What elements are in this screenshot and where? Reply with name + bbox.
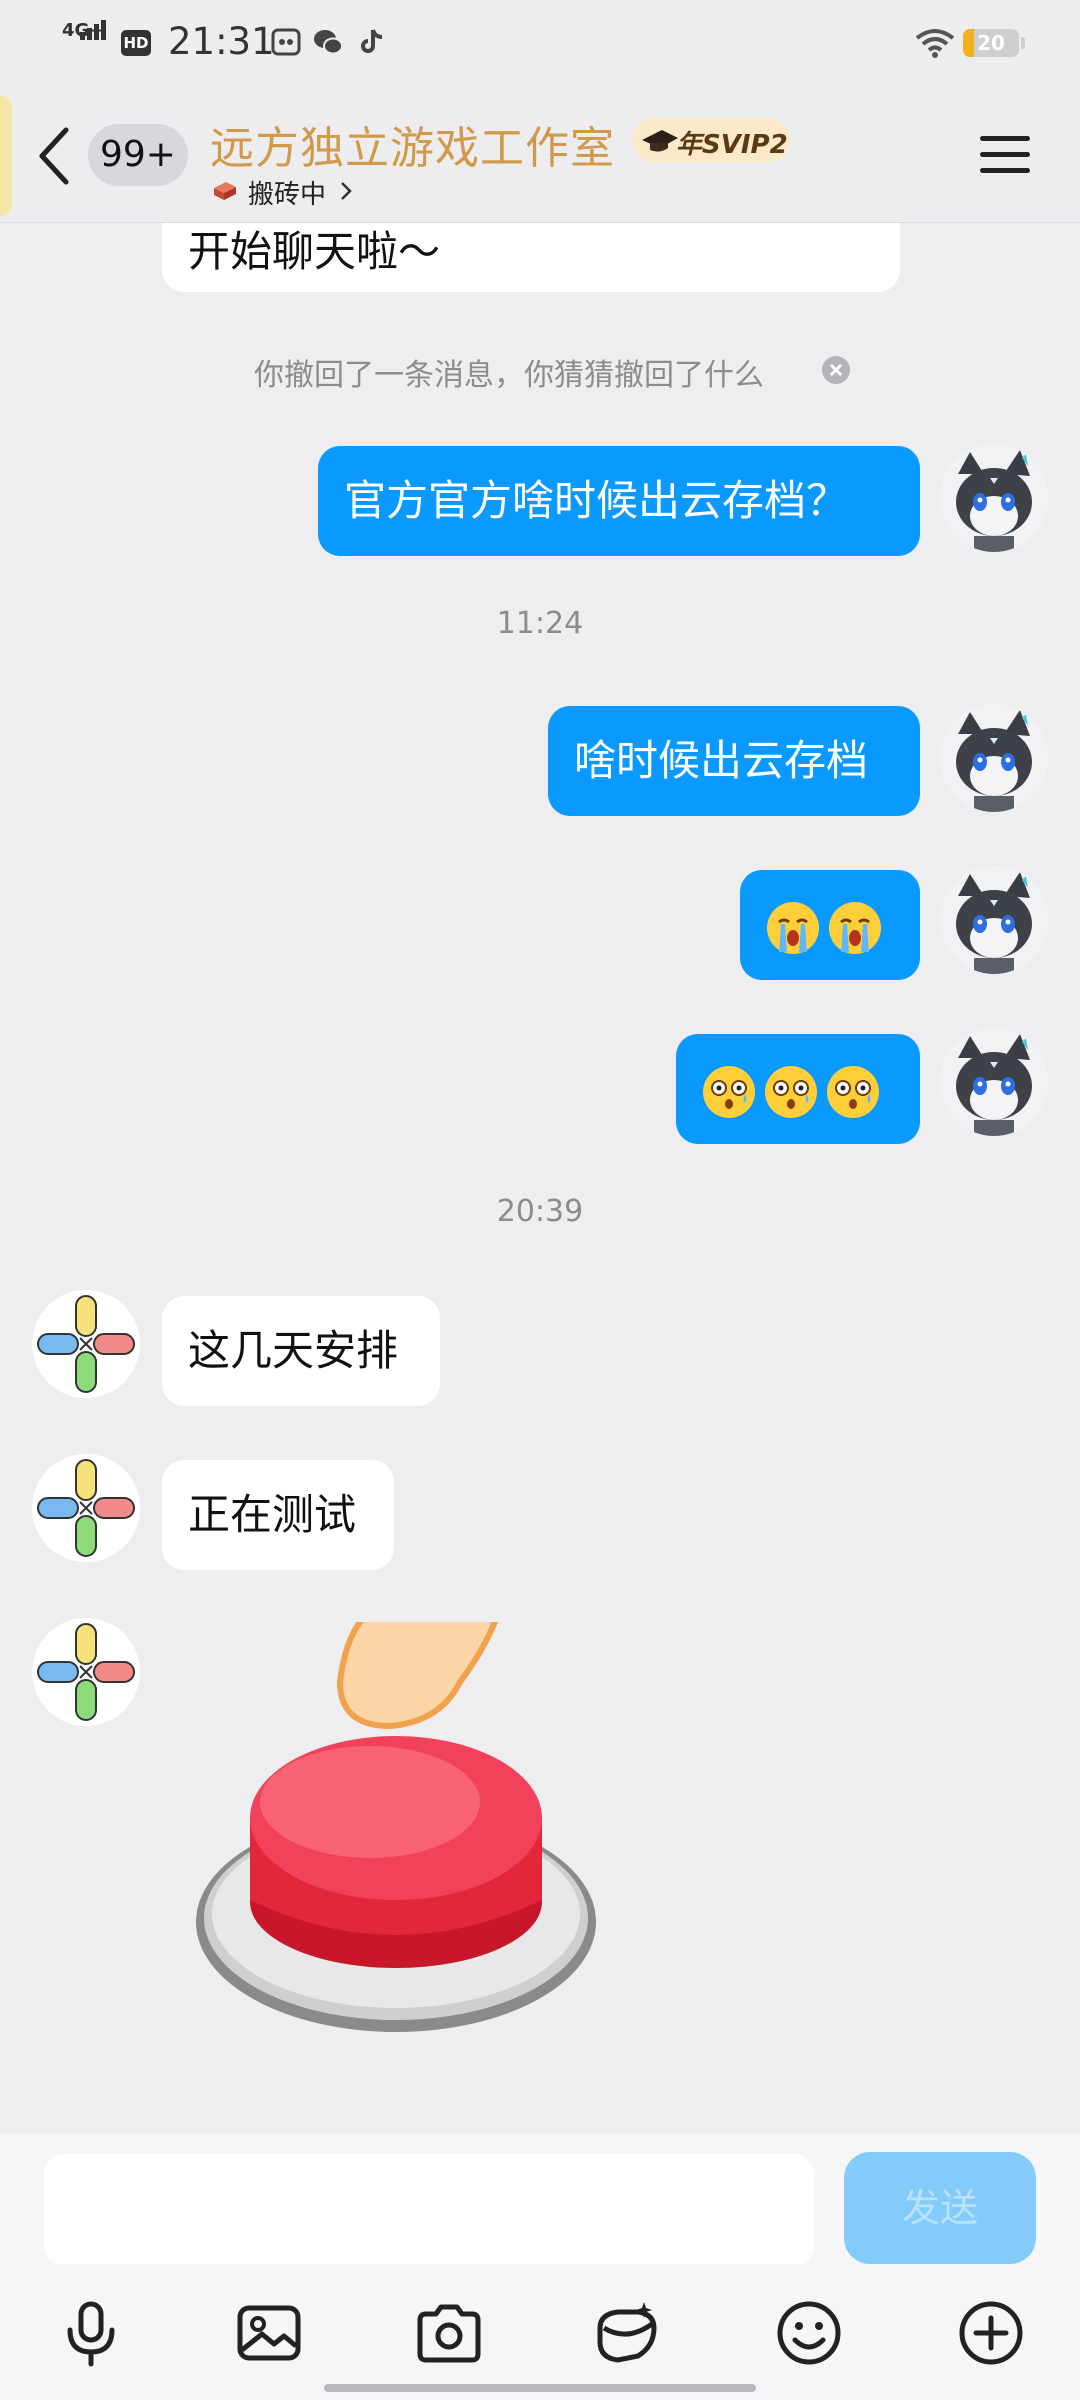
message-bubble-outgoing[interactable] [676, 1034, 920, 1144]
wifi-icon [915, 29, 955, 58]
close-icon[interactable] [822, 356, 850, 384]
message-bubble-incoming[interactable]: 这几天安排 [162, 1296, 440, 1406]
message-text: 官方官方啥时候出云存档？ [344, 476, 849, 525]
wolf-avatar-icon [940, 1028, 1048, 1136]
brick-icon [214, 182, 236, 200]
battery-tip [1021, 37, 1025, 49]
message-bubble-outgoing[interactable] [740, 870, 920, 980]
shocked-emoji [703, 1065, 755, 1118]
network-indicator: 4G+ [62, 20, 108, 62]
chat-header: 99+ 远方独立游戏工作室 年SVIP2 搬砖中 [0, 86, 1080, 223]
message-list[interactable]: 开始聊天啦～ 你撤回了一条消息，你猜猜撤回了什么 官方官方啥时候出云存档？ 11… [0, 222, 1080, 2134]
crying-emoji [829, 901, 881, 954]
dpad-logo-icon [32, 1454, 140, 1562]
chat-toolbar [0, 2264, 1080, 2400]
svip-label: 年SVIP2 [676, 130, 788, 160]
edge-decoration [0, 96, 12, 216]
crying-emoji [767, 901, 819, 954]
message-text: 正在测试 [188, 1490, 357, 1539]
message-bubble-incoming[interactable]: 开始聊天啦～ [162, 222, 900, 292]
camera-icon[interactable] [414, 2298, 484, 2368]
recall-notice: 你撤回了一条消息，你猜猜撤回了什么 [254, 358, 764, 393]
message-text: 开始聊天啦～ [188, 227, 441, 276]
message-bubble-incoming[interactable]: 正在测试 [162, 1460, 394, 1570]
tiktok-icon [361, 29, 383, 53]
image-icon[interactable] [234, 2298, 304, 2368]
chevron-right-icon [341, 182, 352, 200]
message-text: 这几天安排 [188, 1326, 399, 1375]
screen-icon [271, 28, 301, 56]
shocked-emoji [765, 1065, 817, 1118]
unread-count-badge[interactable]: 99+ [88, 124, 188, 186]
dpad-logo-icon [32, 1290, 140, 1398]
avatar[interactable] [940, 866, 1048, 974]
input-bar: 发送 [0, 2134, 1080, 2266]
dpad-logo-icon [32, 1618, 140, 1726]
message-bubble-outgoing[interactable]: 官方官方啥时候出云存档？ [318, 446, 920, 556]
wolf-avatar-icon [940, 704, 1048, 812]
plus-icon[interactable] [956, 2298, 1026, 2368]
chat-title[interactable]: 远方独立游戏工作室 [210, 112, 615, 176]
hd-icon: HD [121, 30, 151, 56]
avatar[interactable] [940, 1028, 1048, 1136]
avatar[interactable] [32, 1454, 140, 1562]
timestamp: 11:24 [496, 606, 584, 641]
avatar[interactable] [32, 1290, 140, 1398]
avatar[interactable] [32, 1618, 140, 1726]
back-icon[interactable] [36, 126, 72, 186]
wolf-avatar-icon [940, 444, 1048, 552]
microphone-icon[interactable] [56, 2298, 126, 2368]
timestamp: 20:39 [496, 1194, 584, 1229]
home-indicator[interactable] [324, 2384, 756, 2392]
menu-icon[interactable] [980, 134, 1030, 174]
red-button-sticker[interactable] [190, 1622, 610, 2042]
shocked-emoji [827, 1065, 879, 1118]
avatar[interactable] [940, 704, 1048, 812]
clock: 21:31 [168, 20, 275, 63]
message-input[interactable] [44, 2154, 814, 2266]
battery-icon: 20 [963, 29, 1019, 57]
emoji-icon[interactable] [774, 2298, 844, 2368]
vip-cap-icon [642, 130, 678, 152]
red-packet-icon[interactable] [592, 2298, 662, 2368]
send-button[interactable]: 发送 [844, 2152, 1036, 2264]
status-text: 搬砖中 [248, 180, 327, 210]
avatar[interactable] [940, 444, 1048, 552]
wechat-icon [314, 30, 343, 55]
status-bar: 4G+ HD 21:31 20 [0, 0, 1080, 86]
svip-badge: 年SVIP2 [632, 118, 790, 162]
wolf-avatar-icon [940, 866, 1048, 974]
message-text: 啥时候出云存档 [574, 736, 869, 785]
message-bubble-outgoing[interactable]: 啥时候出云存档 [548, 706, 920, 816]
battery-level-text: 20 [977, 31, 1005, 55]
